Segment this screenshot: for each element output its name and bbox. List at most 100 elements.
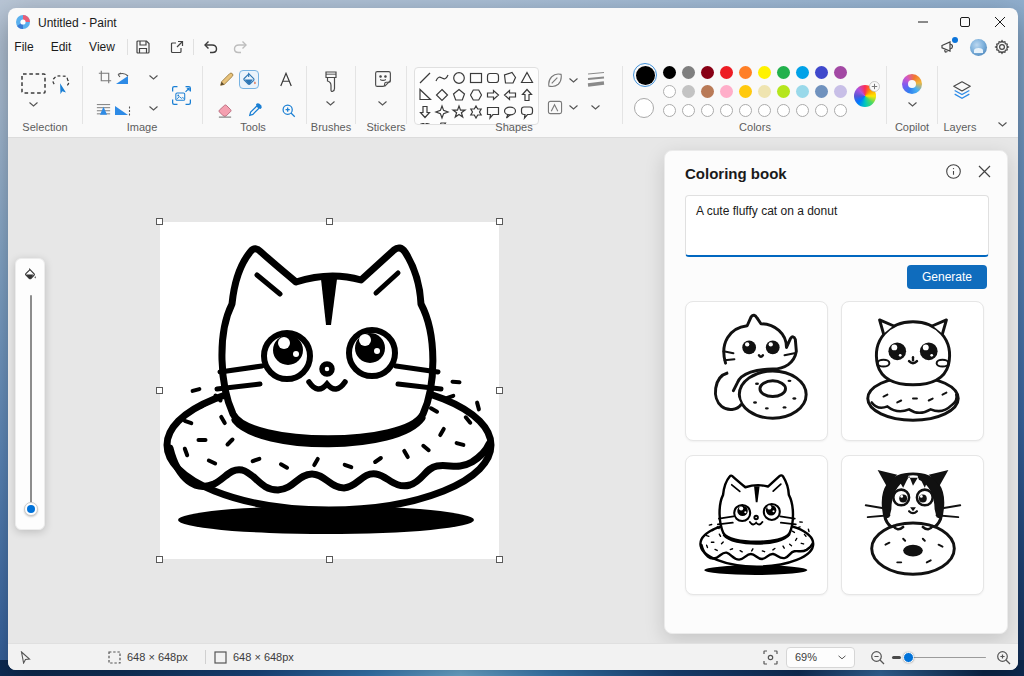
background-color-well[interactable] bbox=[634, 98, 654, 118]
resize-handle-s[interactable] bbox=[326, 556, 333, 563]
rect-select-tool[interactable] bbox=[21, 73, 46, 94]
color-swatch[interactable] bbox=[815, 66, 828, 79]
ribbon-collapse-chevron[interactable] bbox=[998, 122, 1007, 127]
pattern-tool[interactable] bbox=[96, 102, 111, 116]
selection-dropdown-chevron[interactable] bbox=[29, 102, 38, 107]
slider-thumb[interactable] bbox=[24, 502, 38, 516]
color-swatch[interactable] bbox=[682, 66, 695, 79]
color-swatch[interactable] bbox=[777, 85, 790, 98]
menu-edit[interactable]: Edit bbox=[51, 37, 72, 57]
redo-button[interactable] bbox=[232, 39, 249, 55]
color-swatch[interactable] bbox=[758, 85, 771, 98]
fill-dropdown-chevron[interactable] bbox=[569, 105, 578, 110]
empty-color-swatch[interactable] bbox=[663, 104, 676, 117]
color-swatch[interactable] bbox=[796, 66, 809, 79]
close-button[interactable] bbox=[982, 8, 1018, 36]
copilot-button[interactable] bbox=[902, 74, 922, 94]
share-button[interactable] bbox=[169, 39, 185, 55]
color-swatch[interactable] bbox=[739, 85, 752, 98]
shape-outline-dropdown[interactable] bbox=[547, 73, 563, 88]
undo-button[interactable] bbox=[202, 39, 219, 55]
account-avatar[interactable] bbox=[970, 39, 987, 56]
empty-color-swatch[interactable] bbox=[701, 104, 714, 117]
copilot-dropdown-chevron[interactable] bbox=[908, 102, 917, 107]
magnifier-tool[interactable] bbox=[281, 103, 296, 118]
color-swatch[interactable] bbox=[815, 85, 828, 98]
foreground-color-well[interactable] bbox=[633, 63, 657, 87]
drawing-canvas[interactable] bbox=[160, 222, 499, 559]
prompt-input[interactable]: A cute fluffy cat on a donut bbox=[685, 195, 989, 257]
shapes-gallery[interactable] bbox=[414, 67, 539, 125]
thumbnail-option-2[interactable] bbox=[841, 301, 984, 441]
empty-color-swatch[interactable] bbox=[758, 104, 771, 117]
maximize-button[interactable] bbox=[948, 8, 982, 36]
stroke-dropdown-chevron[interactable] bbox=[591, 105, 600, 110]
fill-tool[interactable] bbox=[239, 70, 259, 89]
color-swatch[interactable] bbox=[682, 85, 695, 98]
resize-handle-nw[interactable] bbox=[156, 218, 163, 225]
brushes-dropdown-chevron[interactable] bbox=[326, 101, 335, 106]
menu-file[interactable]: File bbox=[14, 37, 33, 57]
stickers-tool[interactable] bbox=[374, 70, 392, 88]
resize-handle-e[interactable] bbox=[496, 387, 503, 394]
empty-color-swatch[interactable] bbox=[796, 104, 809, 117]
color-swatch[interactable] bbox=[663, 85, 676, 98]
resize-image-tool[interactable] bbox=[171, 85, 192, 106]
text-tool[interactable] bbox=[279, 72, 293, 87]
color-swatch[interactable] bbox=[701, 85, 714, 98]
empty-color-swatch[interactable] bbox=[777, 104, 790, 117]
zoom-in-icon[interactable] bbox=[996, 650, 1011, 665]
resize-handle-n[interactable] bbox=[326, 218, 333, 225]
empty-color-swatch[interactable] bbox=[815, 104, 828, 117]
empty-color-swatch[interactable] bbox=[682, 104, 695, 117]
zoom-slider-thumb[interactable] bbox=[903, 652, 914, 663]
color-swatch[interactable] bbox=[739, 66, 752, 79]
color-swatch[interactable] bbox=[758, 66, 771, 79]
resize-handle-ne[interactable] bbox=[496, 218, 503, 225]
stroke-width-dropdown[interactable] bbox=[585, 70, 607, 88]
zoom-slider[interactable] bbox=[892, 644, 986, 670]
empty-color-swatch[interactable] bbox=[834, 104, 847, 117]
color-swatch[interactable] bbox=[834, 85, 847, 98]
generate-button[interactable]: Generate bbox=[907, 265, 987, 289]
fit-to-screen-icon[interactable] bbox=[763, 650, 778, 665]
color-swatch[interactable] bbox=[777, 66, 790, 79]
tool-size-slider[interactable] bbox=[15, 258, 45, 530]
brushes-tool[interactable] bbox=[324, 71, 338, 93]
stickers-dropdown-chevron[interactable] bbox=[378, 101, 387, 106]
zoom-level-dropdown[interactable]: 69% bbox=[786, 647, 855, 668]
color-picker-tool[interactable] bbox=[248, 102, 263, 117]
eraser-tool[interactable] bbox=[217, 104, 233, 118]
info-icon[interactable] bbox=[946, 164, 961, 179]
crop-tool[interactable] bbox=[98, 70, 112, 84]
shape-fill-dropdown[interactable] bbox=[547, 100, 563, 115]
minimize-button[interactable] bbox=[906, 8, 940, 36]
zoom-out-icon[interactable] bbox=[870, 650, 885, 665]
empty-color-swatch[interactable] bbox=[739, 104, 752, 117]
color-swatch[interactable] bbox=[701, 66, 714, 79]
resize-handle-se[interactable] bbox=[496, 556, 503, 563]
feedback-button[interactable] bbox=[940, 39, 957, 55]
color-swatch[interactable] bbox=[720, 85, 733, 98]
color-swatch[interactable] bbox=[834, 66, 847, 79]
color-swatch[interactable] bbox=[796, 85, 809, 98]
resize-handle-w[interactable] bbox=[156, 387, 163, 394]
rotate-tool[interactable] bbox=[113, 72, 131, 86]
flip-dropdown-chevron[interactable] bbox=[149, 106, 158, 111]
panel-close-icon[interactable] bbox=[978, 165, 991, 178]
layers-button[interactable] bbox=[951, 79, 973, 101]
color-swatch[interactable] bbox=[663, 66, 676, 79]
free-select-tool[interactable] bbox=[50, 74, 71, 95]
outline-dropdown-chevron[interactable] bbox=[569, 78, 578, 83]
menu-view[interactable]: View bbox=[89, 37, 115, 57]
thumbnail-option-3[interactable] bbox=[685, 455, 828, 595]
edit-colors-button[interactable] bbox=[854, 85, 876, 107]
thumbnail-option-4[interactable] bbox=[841, 455, 984, 595]
rotate-dropdown-chevron[interactable] bbox=[149, 75, 158, 80]
settings-button[interactable] bbox=[994, 39, 1010, 55]
flip-tool[interactable] bbox=[113, 104, 131, 116]
thumbnail-option-1[interactable] bbox=[685, 301, 828, 441]
slider-track[interactable] bbox=[30, 295, 32, 503]
resize-handle-sw[interactable] bbox=[156, 556, 163, 563]
save-button[interactable] bbox=[135, 39, 151, 55]
